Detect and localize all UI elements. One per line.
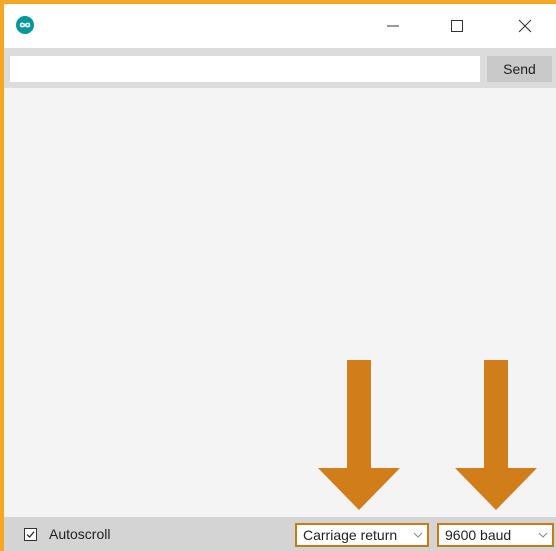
chevron-down-icon [409,532,427,538]
maximize-icon [451,20,463,32]
close-button[interactable] [502,4,548,48]
bottom-bar: Autoscroll Carriage return 9600 baud [4,517,556,551]
arduino-infinity-icon [16,16,34,34]
close-icon [518,19,532,33]
send-input[interactable] [10,56,480,82]
line-ending-select[interactable]: Carriage return [295,523,429,547]
serial-monitor-window: Send Autoscroll Carriage return 9600 bau… [0,0,556,551]
baud-rate-value: 9600 baud [445,527,512,543]
checkbox-checked-icon [24,527,37,541]
minimize-button[interactable] [370,4,416,48]
title-bar[interactable] [4,4,556,48]
send-button[interactable]: Send [487,56,552,82]
send-bar: Send [4,48,556,88]
down-arrow-icon [318,360,400,510]
baud-rate-select[interactable]: 9600 baud [437,523,554,547]
line-ending-value: Carriage return [303,527,398,543]
autoscroll-label: Autoscroll [49,526,111,542]
maximize-button[interactable] [434,4,480,48]
chevron-down-icon [534,532,552,538]
minimize-icon [387,25,399,27]
down-arrow-icon [455,360,537,510]
autoscroll-checkbox[interactable]: Autoscroll [24,517,110,551]
